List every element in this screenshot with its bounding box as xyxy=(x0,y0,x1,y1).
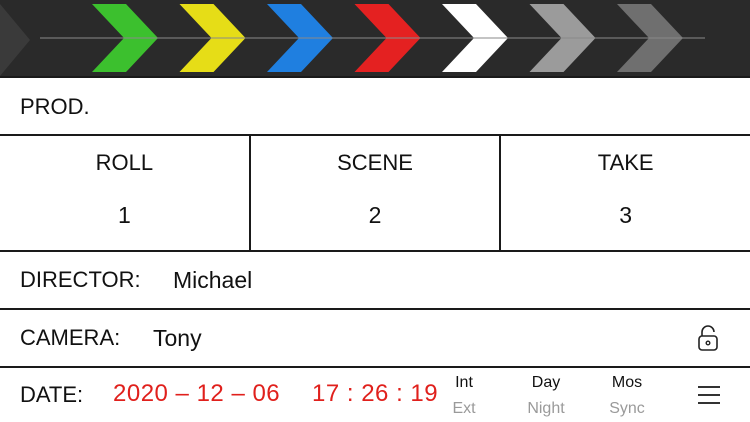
camera-label: CAMERA: xyxy=(20,325,121,350)
roll-cell[interactable]: ROLL 1 xyxy=(0,136,251,250)
director-label: DIRECTOR: xyxy=(20,267,141,292)
slate-cells: ROLL 1 SCENE 2 TAKE 3 xyxy=(0,134,750,250)
prod-label: PROD. xyxy=(20,94,90,119)
lock-icon[interactable] xyxy=(696,324,720,352)
camera-row[interactable]: CAMERA: Tony xyxy=(0,308,750,366)
roll-label: ROLL xyxy=(95,150,154,175)
roll-value: 1 xyxy=(117,202,131,228)
take-cell[interactable]: TAKE 3 xyxy=(501,136,750,250)
scene-value: 2 xyxy=(368,202,382,228)
take-label: TAKE xyxy=(597,150,654,175)
scene-label: SCENE xyxy=(337,150,413,175)
ext-option[interactable]: Ext xyxy=(434,400,494,418)
production-row[interactable]: PROD. xyxy=(0,76,750,134)
scene-cell[interactable]: SCENE 2 xyxy=(251,136,502,250)
int-option[interactable]: Int xyxy=(434,374,494,392)
date-row: DATE: 2020 – 12 – 06 17 : 26 : 19 Int Ex… xyxy=(0,366,750,422)
night-option[interactable]: Night xyxy=(516,400,576,418)
menu-icon[interactable] xyxy=(698,386,720,404)
sync-option[interactable]: Sync xyxy=(597,400,657,418)
day-option[interactable]: Day xyxy=(516,374,576,392)
clapper-chevrons xyxy=(0,0,705,76)
camera-value: Tony xyxy=(153,325,202,351)
mos-option[interactable]: Mos xyxy=(597,374,657,392)
director-row[interactable]: DIRECTOR: Michael xyxy=(0,250,750,308)
time-value[interactable]: 17 : 26 : 19 xyxy=(312,380,438,408)
date-value[interactable]: 2020 – 12 – 06 xyxy=(113,380,280,408)
director-value: Michael xyxy=(173,267,253,293)
clapperboard-stripe xyxy=(0,0,750,76)
date-label: DATE: xyxy=(20,382,84,407)
take-value: 3 xyxy=(619,202,633,228)
